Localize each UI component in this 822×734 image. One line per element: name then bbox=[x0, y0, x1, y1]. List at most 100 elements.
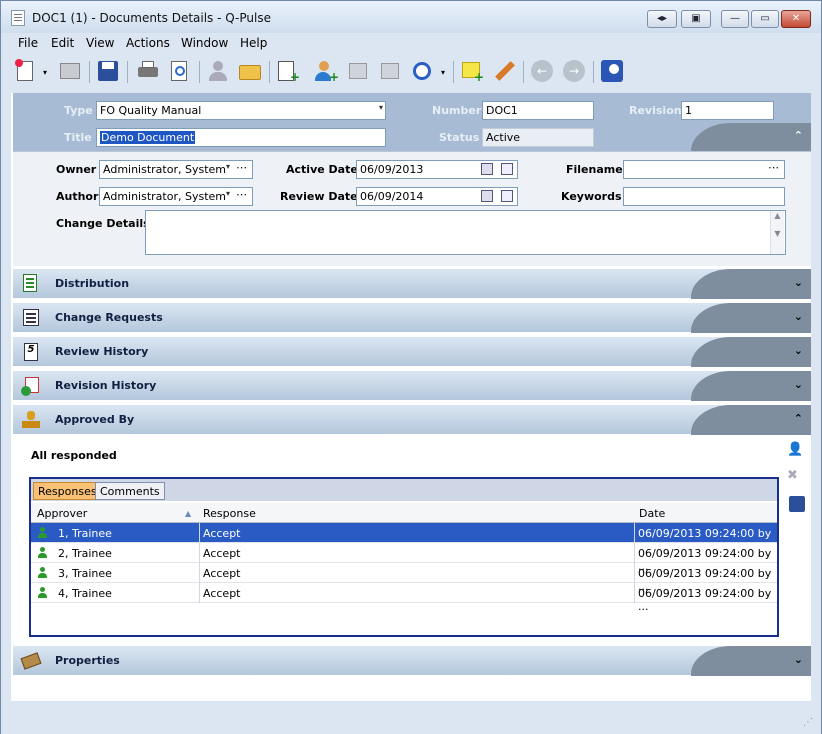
section-change-requests[interactable]: Change Requests ⌄ bbox=[13, 302, 811, 333]
list-icon[interactable] bbox=[345, 58, 371, 84]
section-distribution[interactable]: Distribution ⌄ bbox=[13, 268, 811, 299]
expand-icon[interactable]: ⌄ bbox=[794, 310, 803, 323]
author-dropdown[interactable]: Administrator, System ▾ ⋯ bbox=[99, 187, 253, 206]
collapse-icon[interactable]: ⌃ bbox=[794, 412, 803, 425]
number-field[interactable]: DOC1 bbox=[482, 101, 594, 120]
filename-field[interactable]: ⋯ bbox=[623, 160, 785, 179]
document-icon bbox=[11, 10, 25, 26]
window-title: DOC1 (1) - Documents Details - Q-Pulse bbox=[32, 11, 271, 25]
owner-browse-icon[interactable]: ⋯ bbox=[236, 161, 248, 174]
menu-help[interactable]: Help bbox=[240, 36, 267, 50]
column-divider bbox=[634, 583, 635, 603]
toolbar: ▾ + + ▾ + ← → bbox=[1, 54, 821, 90]
menu-window[interactable]: Window bbox=[181, 36, 228, 50]
save-icon[interactable] bbox=[95, 58, 121, 84]
column-response[interactable]: Response bbox=[203, 507, 256, 520]
resize-grip-icon[interactable]: ⋰ bbox=[803, 717, 813, 728]
table-row[interactable]: 4, Trainee Accept 06/09/2013 09:24:00 by… bbox=[31, 583, 777, 613]
date-cell: 06/09/2013 09:24:00 by ... bbox=[638, 587, 772, 613]
remove-approver-icon[interactable]: ✖ bbox=[787, 468, 807, 486]
tab-responses[interactable]: Responses bbox=[33, 482, 102, 500]
menu-view[interactable]: View bbox=[86, 36, 114, 50]
type-value: FO Quality Manual bbox=[100, 104, 202, 117]
expand-icon[interactable]: ⌄ bbox=[794, 344, 803, 357]
filename-browse-icon[interactable]: ⋯ bbox=[768, 161, 780, 174]
add-list-icon[interactable]: + bbox=[275, 58, 301, 84]
new-note-icon[interactable]: + bbox=[459, 58, 485, 84]
menu-actions[interactable]: Actions bbox=[126, 36, 170, 50]
calendar-history-icon: 5 bbox=[21, 342, 41, 362]
refresh-clock-icon[interactable] bbox=[409, 58, 435, 84]
new-document-icon[interactable] bbox=[13, 58, 39, 84]
table-row[interactable]: 2, Trainee Accept 06/09/2013 09:24:00 by… bbox=[31, 543, 777, 573]
table-row[interactable]: 3, Trainee Accept 06/09/2013 09:24:00 by… bbox=[31, 563, 777, 593]
columns-icon[interactable] bbox=[57, 58, 83, 84]
section-approved-by[interactable]: Approved By ⌃ bbox=[13, 404, 811, 435]
revision-history-label: Revision History bbox=[55, 379, 157, 392]
review-date-value: 06/09/2014 bbox=[360, 190, 424, 203]
owner-dropdown[interactable]: Administrator, System ▾ ⋯ bbox=[99, 160, 253, 179]
column-approver[interactable]: Approver bbox=[37, 507, 87, 520]
mail-icon[interactable] bbox=[501, 190, 513, 202]
review-history-label: Review History bbox=[55, 345, 149, 358]
properties-icon bbox=[20, 651, 42, 671]
active-date-label: Active Date bbox=[286, 163, 358, 176]
revision-label: Revision bbox=[629, 104, 682, 117]
open-folder-icon[interactable] bbox=[237, 58, 263, 84]
collapse-header-icon[interactable]: ⌃ bbox=[794, 129, 803, 142]
expand-icon[interactable]: ⌄ bbox=[794, 653, 803, 666]
review-date-field[interactable]: 06/09/2014 bbox=[356, 187, 518, 206]
textarea-scrollbar[interactable]: ▲ ▼ bbox=[770, 211, 784, 254]
calendar-icon[interactable] bbox=[481, 190, 493, 202]
calendar-icon[interactable] bbox=[481, 163, 493, 175]
stack-icon[interactable] bbox=[377, 58, 403, 84]
status-field: Active bbox=[482, 128, 594, 147]
add-approver-icon[interactable]: 👤 bbox=[787, 442, 807, 460]
active-date-field[interactable]: 06/09/2013 bbox=[356, 160, 518, 179]
refresh-dropdown-icon[interactable]: ▾ bbox=[441, 68, 445, 77]
approval-stamp-icon[interactable] bbox=[789, 496, 805, 512]
close-button[interactable]: ✕ bbox=[781, 10, 811, 28]
section-review-history[interactable]: 5 Review History ⌄ bbox=[13, 336, 811, 367]
column-divider bbox=[199, 543, 200, 563]
title-field[interactable]: Demo Document bbox=[96, 128, 386, 147]
revision-field[interactable]: 1 bbox=[681, 101, 774, 120]
approver-user-icon bbox=[37, 587, 47, 599]
expand-icon[interactable]: ⌄ bbox=[794, 276, 803, 289]
owner-label: Owner bbox=[56, 163, 97, 176]
status-label: Status bbox=[439, 131, 480, 144]
response-tabs: Responses Comments bbox=[31, 479, 777, 501]
back-icon[interactable]: ← bbox=[529, 58, 555, 84]
section-revision-history[interactable]: Revision History ⌄ bbox=[13, 370, 811, 401]
active-date-value: 06/09/2013 bbox=[360, 163, 424, 176]
owner-value: Administrator, System bbox=[103, 163, 226, 176]
column-divider bbox=[199, 523, 200, 543]
author-value: Administrator, System bbox=[103, 190, 226, 203]
restore-tiles-icon[interactable]: ◂▸ bbox=[647, 10, 677, 28]
table-row[interactable]: 1, Trainee Accept 06/09/2013 09:24:00 by… bbox=[31, 523, 777, 553]
new-dropdown-icon[interactable]: ▾ bbox=[43, 68, 47, 77]
review-date-label: Review Date bbox=[280, 190, 358, 203]
maximize-button[interactable]: ▭ bbox=[751, 10, 779, 28]
menu-file[interactable]: File bbox=[18, 36, 38, 50]
new-window-icon[interactable]: ▣ bbox=[681, 10, 711, 28]
keywords-field[interactable] bbox=[623, 187, 785, 206]
tab-comments[interactable]: Comments bbox=[95, 482, 165, 500]
expand-icon[interactable]: ⌄ bbox=[794, 378, 803, 391]
menu-edit[interactable]: Edit bbox=[51, 36, 74, 50]
author-browse-icon[interactable]: ⋯ bbox=[236, 188, 248, 201]
add-user-icon[interactable]: + bbox=[313, 58, 339, 84]
print-preview-icon[interactable] bbox=[167, 58, 193, 84]
type-dropdown[interactable]: FO Quality Manual ▾ bbox=[96, 101, 386, 120]
forward-icon[interactable]: → bbox=[561, 58, 587, 84]
print-icon[interactable] bbox=[135, 58, 161, 84]
edit-pencil-icon[interactable] bbox=[491, 58, 517, 84]
section-properties[interactable]: Properties ⌄ bbox=[13, 645, 811, 676]
status-bar: ⋰ bbox=[1, 701, 821, 734]
workflow-icon[interactable] bbox=[599, 58, 625, 84]
minimize-button[interactable]: — bbox=[721, 10, 749, 28]
column-date[interactable]: Date bbox=[639, 507, 665, 520]
change-details-textarea[interactable]: ▲ ▼ bbox=[145, 210, 786, 255]
user-icon[interactable] bbox=[205, 58, 231, 84]
mail-icon[interactable] bbox=[501, 163, 513, 175]
